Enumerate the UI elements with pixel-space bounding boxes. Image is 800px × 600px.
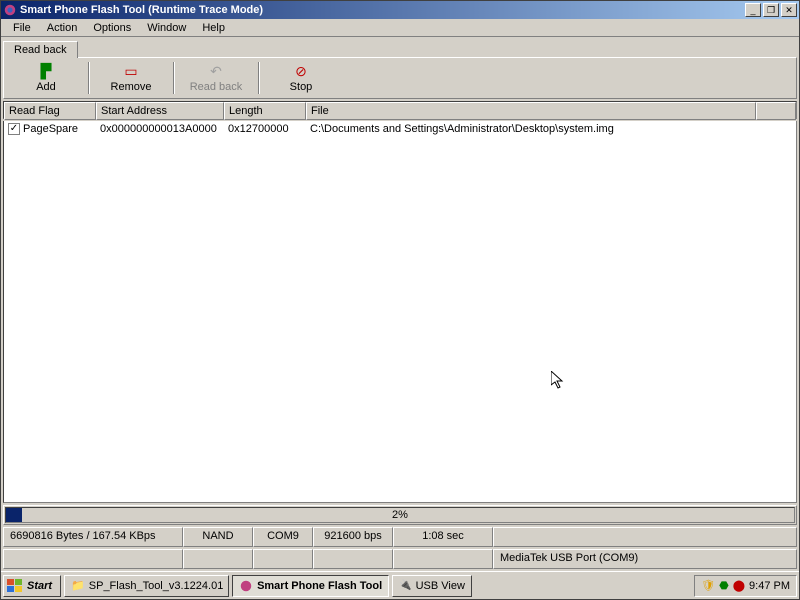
usb-icon: 🔌	[399, 580, 411, 591]
close-button[interactable]: ✕	[781, 3, 797, 17]
col-start[interactable]: Start Address	[96, 102, 224, 120]
status-baud: 921600 bps	[313, 527, 393, 547]
task3-label: USB View	[416, 580, 465, 592]
cell-file: C:\Documents and Settings\Administrator\…	[306, 123, 796, 135]
list-content[interactable]: ✓ PageSpare 0x000000000013A0000 0x127000…	[3, 121, 797, 503]
add-icon: ▛	[38, 64, 54, 80]
flag-text: PageSpare	[23, 123, 78, 135]
status-empty	[493, 527, 797, 547]
progress-bar: 2%	[5, 507, 795, 523]
start-button[interactable]: Start	[3, 575, 61, 597]
task-flashtool[interactable]: Smart Phone Flash Tool	[232, 575, 389, 597]
folder-icon: 📁	[71, 579, 85, 592]
status-row-2: MediaTek USB Port (COM9)	[3, 549, 797, 569]
col-length[interactable]: Length	[224, 102, 306, 120]
status-port: MediaTek USB Port (COM9)	[493, 549, 797, 569]
col-spacer	[756, 102, 796, 120]
windows-logo-icon	[6, 578, 24, 594]
shield-icon[interactable]: 🛡	[701, 579, 715, 592]
separator	[258, 62, 259, 94]
cell-start: 0x000000000013A0000	[96, 123, 224, 135]
security-icon[interactable]: ⬤	[733, 579, 745, 592]
flashtool-icon	[239, 579, 253, 593]
maximize-button[interactable]: ❐	[763, 3, 779, 17]
network-icon[interactable]: ⬣	[719, 579, 729, 592]
taskbar: Start 📁 SP_Flash_Tool_v3.1224.01 Smart P…	[1, 571, 799, 599]
status-row-1: 6690816 Bytes / 167.54 KBps NAND COM9 92…	[3, 527, 797, 547]
task-usbview[interactable]: 🔌 USB View	[392, 575, 472, 597]
task2-label: Smart Phone Flash Tool	[257, 580, 382, 592]
status-s3	[253, 549, 313, 569]
stop-icon: ⊘	[293, 64, 309, 80]
minimize-button[interactable]: _	[745, 3, 761, 17]
tab-readback[interactable]: Read back	[3, 41, 78, 58]
cell-length: 0x12700000	[224, 123, 306, 135]
remove-button[interactable]: ▭ Remove	[91, 60, 171, 96]
tabstrip: Read back	[1, 37, 799, 57]
separator	[173, 62, 174, 94]
remove-icon: ▭	[123, 64, 139, 80]
systray: 🛡 ⬣ ⬤ 9:47 PM	[694, 575, 797, 597]
menu-action[interactable]: Action	[39, 20, 86, 36]
row-checkbox[interactable]: ✓	[8, 123, 20, 135]
status-s5	[393, 549, 493, 569]
mouse-cursor-icon	[551, 371, 567, 391]
remove-label: Remove	[111, 81, 152, 93]
cell-flag: ✓ PageSpare	[4, 123, 96, 135]
task1-label: SP_Flash_Tool_v3.1224.01	[89, 580, 224, 592]
status-time: 1:08 sec	[393, 527, 493, 547]
readback-icon: ↶	[208, 64, 224, 80]
readback-button[interactable]: ↶ Read back	[176, 60, 256, 96]
column-headers: Read Flag Start Address Length File	[3, 101, 797, 119]
clock[interactable]: 9:47 PM	[749, 580, 790, 592]
status-s4	[313, 549, 393, 569]
stop-button[interactable]: ⊘ Stop	[261, 60, 341, 96]
menu-help[interactable]: Help	[194, 20, 233, 36]
menu-file[interactable]: File	[5, 20, 39, 36]
app-icon	[3, 3, 17, 17]
col-readflag[interactable]: Read Flag	[4, 102, 96, 120]
add-button[interactable]: ▛ Add	[6, 60, 86, 96]
start-label: Start	[27, 580, 52, 592]
menu-options[interactable]: Options	[85, 20, 139, 36]
progress-text: 2%	[6, 509, 794, 521]
app-window: Smart Phone Flash Tool (Runtime Trace Mo…	[0, 0, 800, 600]
table-row[interactable]: ✓ PageSpare 0x000000000013A0000 0x127000…	[4, 121, 796, 137]
window-title: Smart Phone Flash Tool (Runtime Trace Mo…	[20, 4, 743, 16]
add-label: Add	[36, 81, 56, 93]
toolbar: ▛ Add ▭ Remove ↶ Read back ⊘ Stop	[5, 59, 795, 97]
status-s2	[183, 549, 253, 569]
toolbar-container: ▛ Add ▭ Remove ↶ Read back ⊘ Stop	[3, 57, 797, 99]
col-file[interactable]: File	[306, 102, 756, 120]
status-s1	[3, 549, 183, 569]
status-bytes: 6690816 Bytes / 167.54 KBps	[3, 527, 183, 547]
menubar: File Action Options Window Help	[1, 19, 799, 37]
stop-label: Stop	[290, 81, 313, 93]
status-nand: NAND	[183, 527, 253, 547]
menu-window[interactable]: Window	[139, 20, 194, 36]
readback-label: Read back	[190, 81, 243, 93]
progress-area: 2%	[3, 505, 797, 525]
separator	[88, 62, 89, 94]
task-folder[interactable]: 📁 SP_Flash_Tool_v3.1224.01	[64, 575, 229, 597]
status-com: COM9	[253, 527, 313, 547]
titlebar: Smart Phone Flash Tool (Runtime Trace Mo…	[1, 1, 799, 19]
